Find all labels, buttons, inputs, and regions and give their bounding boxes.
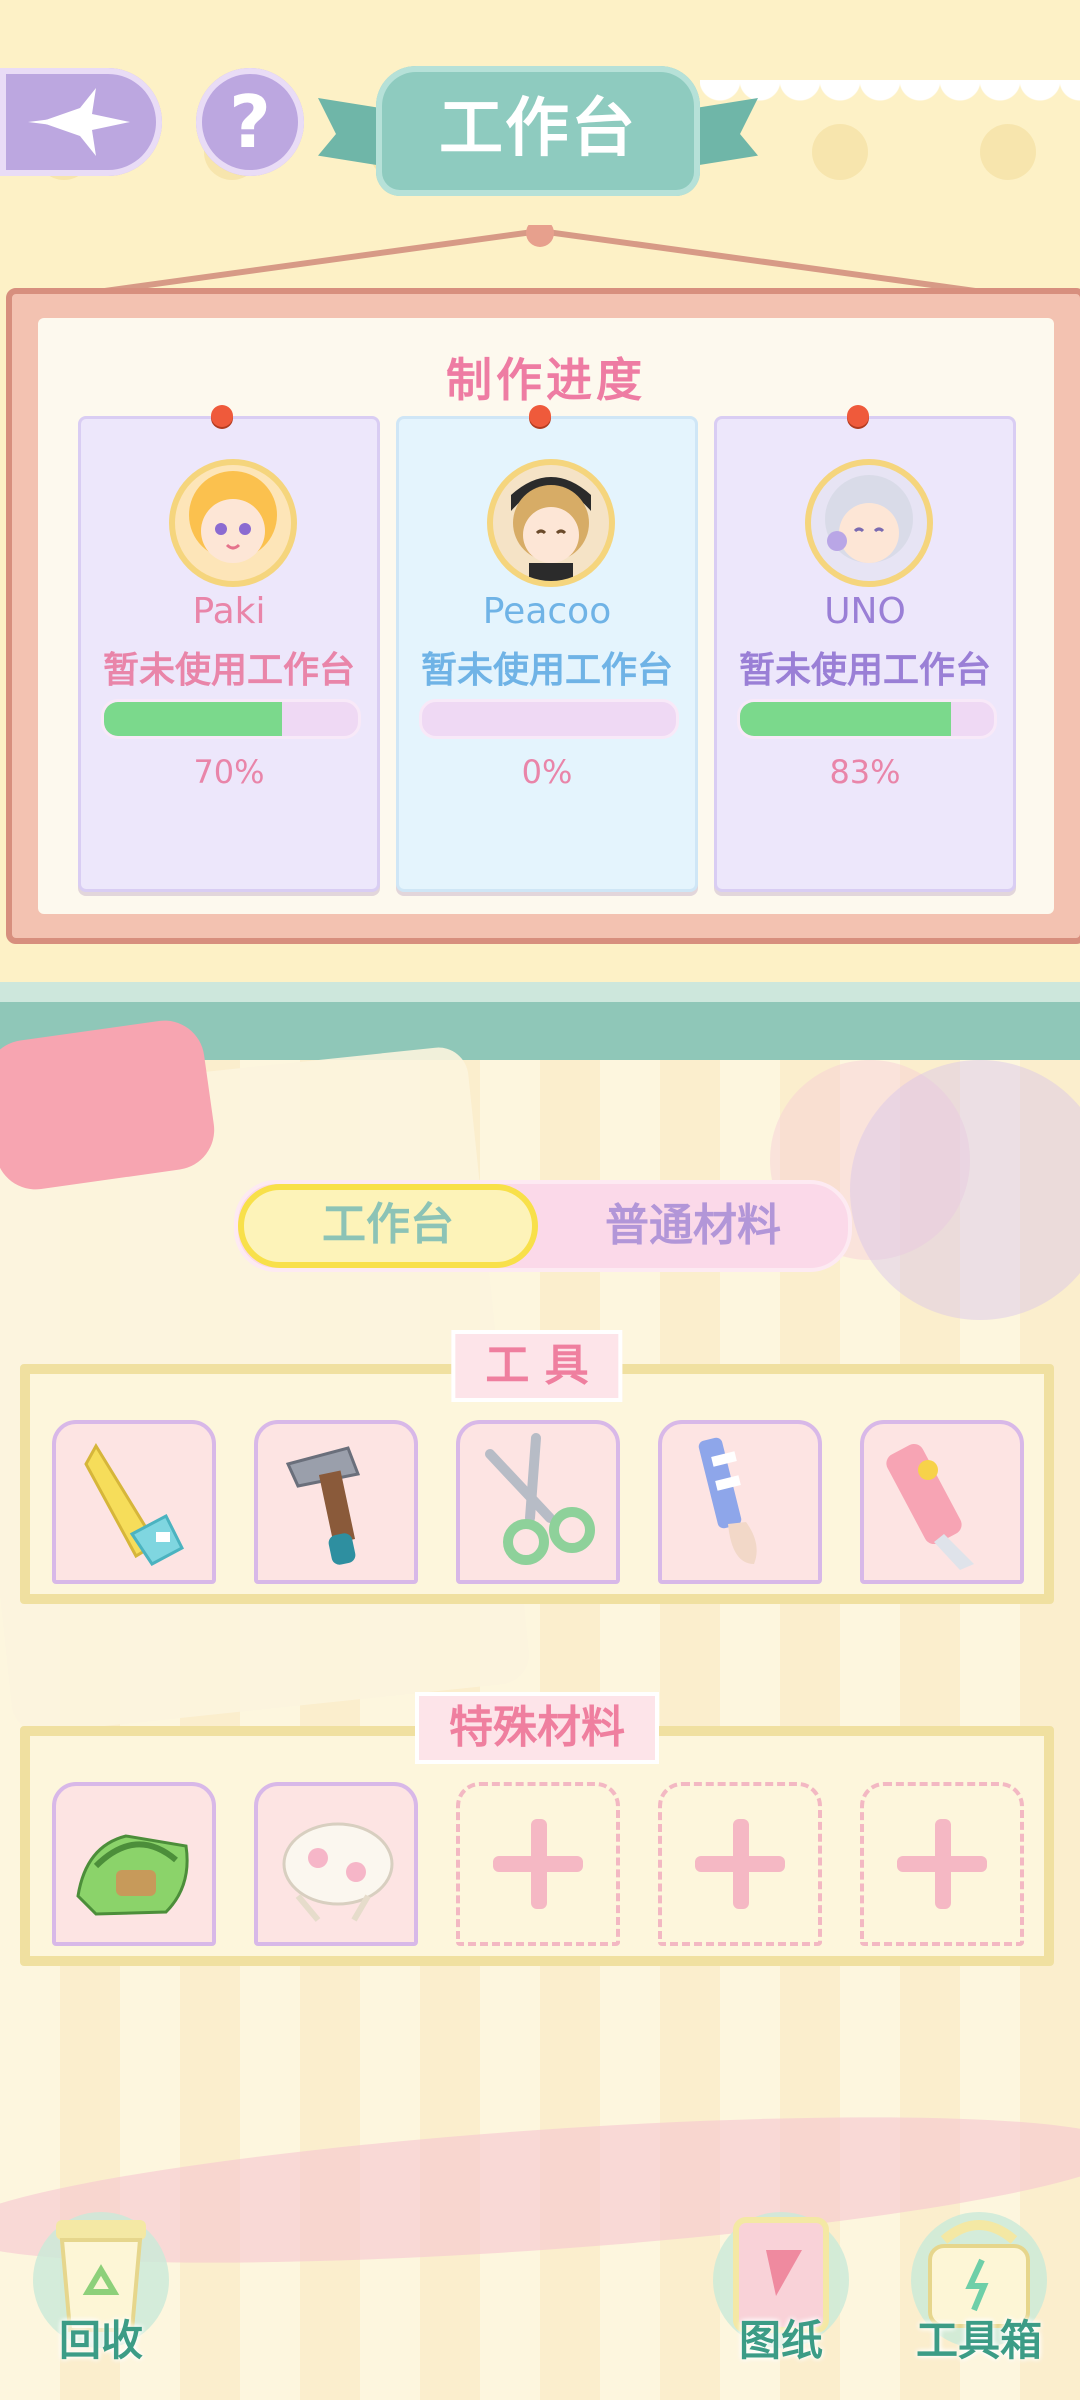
- pin-icon: [211, 405, 233, 427]
- material-slot-empty[interactable]: [456, 1782, 620, 1946]
- add-icon: [897, 1819, 987, 1909]
- avatar: [805, 459, 933, 587]
- special-materials-section: 特殊材料: [20, 1692, 1054, 1966]
- tool-slot-hammer[interactable]: [254, 1420, 418, 1584]
- page-title: 工作台: [439, 92, 637, 166]
- brush-icon: [698, 1437, 757, 1564]
- add-icon: [695, 1819, 785, 1909]
- progress-percent: 83%: [829, 753, 901, 791]
- character-name: UNO: [824, 591, 906, 632]
- add-icon: [493, 1819, 583, 1909]
- lace-bonnet-icon: [282, 1822, 394, 1922]
- character-name: Paki: [192, 591, 266, 632]
- character-status: 暂未使用工作台: [420, 650, 673, 691]
- progress-bar: [101, 699, 361, 739]
- character-card-paki[interactable]: Paki 暂未使用工作台 70%: [78, 405, 380, 892]
- title-ribbon: 工作台: [318, 66, 758, 202]
- section-label-special: 特殊材料: [415, 1692, 659, 1764]
- character-status: 暂未使用工作台: [102, 650, 355, 691]
- tools-section: 工 具: [20, 1330, 1054, 1604]
- saw-icon: [84, 1443, 184, 1566]
- help-icon: ?: [229, 80, 271, 164]
- help-button[interactable]: ?: [196, 68, 304, 176]
- blueprint-button[interactable]: 图纸: [706, 2200, 856, 2365]
- tool-slot-scissors[interactable]: [456, 1420, 620, 1584]
- back-star-icon: [28, 88, 130, 156]
- green-bag-icon: [76, 1834, 189, 1916]
- character-status: 暂未使用工作台: [738, 650, 991, 691]
- recycle-label: 回收: [58, 2316, 143, 2365]
- tab-bar: 工作台 普通材料: [234, 1180, 852, 1272]
- character-card-uno[interactable]: UNO 暂未使用工作台 83%: [714, 405, 1016, 892]
- recycle-button[interactable]: 回收: [26, 2200, 176, 2365]
- section-label-tools: 工 具: [451, 1330, 623, 1402]
- hammer-icon: [285, 1446, 361, 1565]
- progress-percent: 70%: [193, 753, 265, 791]
- toolbox-label: 工具箱: [915, 2316, 1042, 2365]
- back-button[interactable]: [0, 68, 162, 176]
- tool-slot-brush[interactable]: [658, 1420, 822, 1584]
- material-slot-empty[interactable]: [658, 1782, 822, 1946]
- decor-clip: [0, 1015, 220, 1195]
- tab-materials[interactable]: 普通材料: [538, 1184, 848, 1268]
- tool-slot-saw[interactable]: [52, 1420, 216, 1584]
- progress-bar: [419, 699, 679, 739]
- board-title: 制作进度: [446, 353, 646, 407]
- character-name: Peacoo: [482, 591, 612, 632]
- pin-icon: [529, 405, 551, 427]
- material-slot-bag[interactable]: [52, 1782, 216, 1946]
- divider-light: [0, 982, 1080, 1004]
- character-card-peacoo[interactable]: Peacoo 暂未使用工作台 0%: [396, 405, 698, 892]
- pin-icon: [847, 405, 869, 427]
- tab-workbench[interactable]: 工作台: [238, 1184, 538, 1268]
- hanging-string: [90, 225, 990, 295]
- progress-board: 制作进度 Paki 暂未使用工作台 70% Peacoo 暂未使用工作台 0% …: [6, 288, 1080, 944]
- material-slot-bonnet[interactable]: [254, 1782, 418, 1946]
- avatar: [487, 459, 615, 587]
- blueprint-label: 图纸: [738, 2316, 823, 2365]
- progress-fill: [104, 702, 282, 736]
- progress-percent: 0%: [521, 753, 573, 791]
- avatar: [169, 459, 297, 587]
- progress-fill: [740, 702, 951, 736]
- material-slot-empty[interactable]: [860, 1782, 1024, 1946]
- utility-knife-icon: [886, 1443, 974, 1570]
- toolbox-button[interactable]: 工具箱: [904, 2200, 1054, 2365]
- progress-bar: [737, 699, 997, 739]
- tool-slot-knife[interactable]: [860, 1420, 1024, 1584]
- scissors-icon: [485, 1433, 595, 1565]
